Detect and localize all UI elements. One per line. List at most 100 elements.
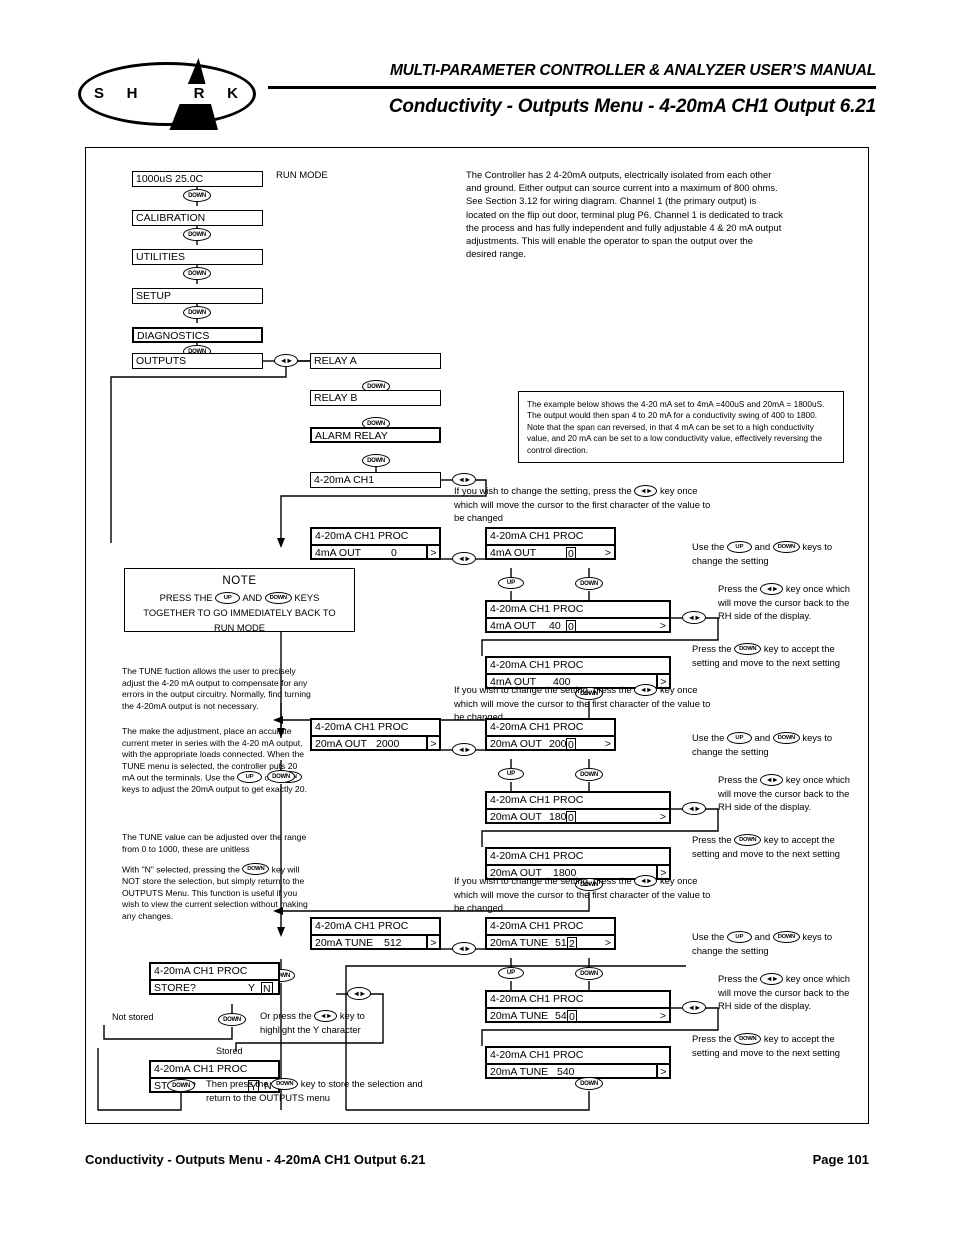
menu-item-run-display[interactable]: 1000uS 25.0C <box>132 171 263 187</box>
example-note-box: The example below shows the 4-20 mA set … <box>518 391 844 463</box>
display-value: 540 <box>557 1066 575 1078</box>
down-key-icon[interactable]: DOWN <box>575 1077 603 1090</box>
left-right-key-icon[interactable]: ◄► <box>634 874 658 887</box>
left-right-key-icon[interactable]: ◄► <box>760 773 784 786</box>
up-key-icon[interactable]: UP <box>726 731 752 744</box>
submenu-item-4-20ma-ch1[interactable]: 4-20mA CH1 <box>310 472 441 488</box>
down-key-icon[interactable]: DOWN <box>183 189 211 202</box>
submenu-item-alarm-relay[interactable]: ALARM RELAY <box>310 427 441 443</box>
cursor-highlight-char: 0 <box>566 620 576 633</box>
cursor-marker: > <box>659 620 666 632</box>
down-key-icon[interactable]: DOWN <box>264 591 292 604</box>
left-right-key-icon[interactable]: ◄► <box>274 354 298 367</box>
down-key-icon[interactable]: DOWN <box>734 833 762 846</box>
display-20ma-out-left[interactable]: 4-20mA CH1 PROC 20mA OUT 2000 > <box>310 718 441 751</box>
display-value-row: 20mA TUNE 54 0 > <box>487 1007 669 1023</box>
display-20ma-tune-step2[interactable]: 4-20mA CH1 PROC 20mA TUNE 54 0 > <box>485 990 671 1023</box>
cursor-marker: > <box>426 737 439 749</box>
instruction-accept-1: Press the DOWN key to accept the setting… <box>692 642 841 668</box>
menu-label: DIAGNOSTICS <box>137 330 210 342</box>
down-key-icon[interactable]: DOWN <box>575 768 603 781</box>
logo-letter-k: K <box>227 85 238 102</box>
menu-item-outputs[interactable]: OUTPUTS <box>132 353 263 369</box>
display-4ma-out-left[interactable]: 4-20mA CH1 PROC 4mA OUT 0 > <box>310 527 441 560</box>
left-right-key-icon[interactable]: ◄► <box>682 611 706 624</box>
down-key-icon[interactable]: DOWN <box>218 1013 246 1026</box>
shark-logo: S H A R K <box>78 58 260 130</box>
display-store-no[interactable]: 4-20mA CH1 PROC STORE? Y N <box>149 962 280 995</box>
display-20ma-tune-step1[interactable]: 4-20mA CH1 PROC 20mA TUNE 51 2 > <box>485 917 616 950</box>
down-key-icon[interactable]: DOWN <box>183 306 211 319</box>
down-key-icon[interactable]: DOWN <box>575 577 603 590</box>
left-right-key-icon[interactable]: ◄► <box>634 484 658 497</box>
display-field: 20mA TUNE <box>490 937 549 949</box>
left-right-key-icon[interactable]: ◄► <box>347 987 371 1000</box>
down-key-icon[interactable]: DOWN <box>734 1032 762 1045</box>
down-key-icon[interactable]: DOWN <box>242 863 270 875</box>
down-key-icon[interactable]: DOWN <box>772 540 800 553</box>
menu-item-setup[interactable]: SETUP <box>132 288 263 304</box>
menu-item-calibration[interactable]: CALIBRATION <box>132 210 263 226</box>
display-4ma-out-step2[interactable]: 4-20mA CH1 PROC 4mA OUT 40 0 > <box>485 600 671 633</box>
left-right-key-icon[interactable]: ◄► <box>452 743 476 756</box>
up-key-icon[interactable]: UP <box>215 591 241 604</box>
left-right-key-icon[interactable]: ◄► <box>452 552 476 565</box>
display-20ma-out-step1[interactable]: 4-20mA CH1 PROC 20mA OUT 200 0 > <box>485 718 616 751</box>
left-right-key-icon[interactable]: ◄► <box>452 942 476 955</box>
display-value-row: 4mA OUT 0 > <box>487 544 614 558</box>
logo-letter-r: R <box>193 85 205 102</box>
down-key-icon[interactable]: DOWN <box>183 228 211 241</box>
cursor-marker: > <box>604 738 611 750</box>
left-right-key-icon[interactable]: ◄► <box>682 1001 706 1014</box>
menu-label: CALIBRATION <box>136 212 206 224</box>
down-key-icon[interactable]: DOWN <box>267 770 295 783</box>
display-title: 4-20mA CH1 PROC <box>490 659 584 671</box>
menu-label: 1000uS 25.0C <box>136 173 204 185</box>
menu-label: RELAY B <box>314 392 358 404</box>
diagram-frame: 1000uS 25.0C DOWN CALIBRATION DOWN UTILI… <box>85 147 869 1124</box>
then-press-instruction: Then press the DOWN key to store the sel… <box>206 1077 423 1103</box>
left-right-key-icon[interactable]: ◄► <box>760 972 784 985</box>
display-value-prefix: 200 <box>549 738 567 750</box>
down-key-icon[interactable]: DOWN <box>271 1077 299 1090</box>
down-key-icon[interactable]: DOWN <box>575 967 603 980</box>
display-value-row: 20mA OUT 2000 > <box>312 735 439 749</box>
display-title: 4-20mA CH1 PROC <box>490 920 584 932</box>
up-key-icon[interactable]: UP <box>498 768 524 780</box>
up-key-icon[interactable]: UP <box>498 967 524 979</box>
stored-label: Stored <box>216 1046 243 1056</box>
down-key-icon[interactable]: DOWN <box>167 1079 195 1092</box>
left-right-key-icon[interactable]: ◄► <box>760 582 784 595</box>
display-20ma-tune-step3[interactable]: 4-20mA CH1 PROC 20mA TUNE 540 > <box>485 1046 671 1079</box>
left-right-key-icon[interactable]: ◄► <box>314 1009 338 1022</box>
instruction-use-keys-1: Use the UP and DOWN keys to change the s… <box>692 540 833 566</box>
cursor-marker: > <box>604 937 611 949</box>
display-value: 512 <box>384 937 402 949</box>
submenu-item-relay-a[interactable]: RELAY A <box>310 353 441 369</box>
instruction-change-setting-3: If you wish to change the setting, press… <box>454 874 711 913</box>
menu-item-diagnostics[interactable]: DIAGNOSTICS <box>132 327 263 343</box>
display-4ma-out-step1[interactable]: 4-20mA CH1 PROC 4mA OUT 0 > <box>485 527 616 560</box>
down-key-icon[interactable]: DOWN <box>734 642 762 655</box>
note-title: NOTE <box>222 575 257 587</box>
down-key-icon[interactable]: DOWN <box>772 731 800 744</box>
up-key-icon[interactable]: UP <box>237 771 263 784</box>
up-key-icon[interactable]: UP <box>498 577 524 589</box>
instruction-press-lr-1: Press the ◄► key once which will move th… <box>718 582 850 621</box>
down-key-icon[interactable]: DOWN <box>362 454 390 467</box>
left-right-key-icon[interactable]: ◄► <box>682 802 706 815</box>
menu-item-utilities[interactable]: UTILITIES <box>132 249 263 265</box>
submenu-item-relay-b[interactable]: RELAY B <box>310 390 441 406</box>
tune-paragraph-2: The make the adjustment, place an accura… <box>122 726 307 795</box>
display-value-prefix: 51 <box>555 937 567 949</box>
cursor-highlight-char: 0 <box>567 1010 577 1023</box>
store-option-no-selected[interactable]: N <box>261 982 273 993</box>
up-key-icon[interactable]: UP <box>726 930 752 943</box>
down-key-icon[interactable]: DOWN <box>183 267 211 280</box>
left-right-key-icon[interactable]: ◄► <box>634 683 658 696</box>
down-key-icon[interactable]: DOWN <box>772 930 800 943</box>
display-20ma-tune-left[interactable]: 4-20mA CH1 PROC 20mA TUNE 512 > <box>310 917 441 950</box>
store-option-yes[interactable]: Y <box>248 981 255 993</box>
display-20ma-out-step2[interactable]: 4-20mA CH1 PROC 20mA OUT 180 0 > <box>485 791 671 824</box>
up-key-icon[interactable]: UP <box>726 540 752 553</box>
